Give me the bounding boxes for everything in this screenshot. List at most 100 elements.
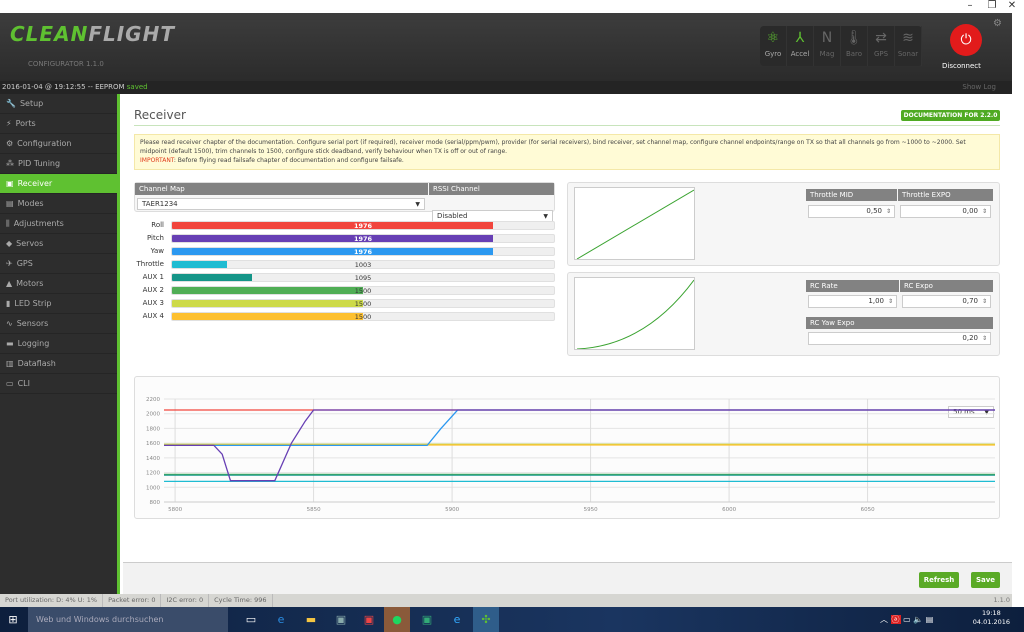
sidebar-item-label: Setup	[19, 99, 44, 108]
throttle-curve-line	[576, 189, 694, 259]
spinner-icon[interactable]: ⇕	[981, 333, 988, 344]
throttle-mid-value: 0,50	[866, 207, 882, 215]
footer-bar	[123, 562, 1012, 594]
app-icon[interactable]: ▣	[328, 607, 354, 632]
sonar-icon: ≋	[902, 30, 914, 46]
rc-yaw-expo-input[interactable]: 0,20 ⇕	[808, 332, 991, 345]
sidebar-icon: 🔧	[6, 99, 16, 108]
y-tick-label: 1200	[146, 471, 160, 477]
refresh-button[interactable]: Refresh	[919, 572, 959, 588]
channel-bar-yaw: 1976	[171, 247, 555, 256]
excel-icon[interactable]: ▣	[414, 607, 440, 632]
status-bar: Port utilization: D: 4% U: 1% Packet erro…	[0, 594, 1012, 607]
sidebar-icon: ▲	[6, 279, 13, 288]
settings-gear-icon[interactable]: ⚙	[993, 18, 1002, 29]
sidebar-item-ports[interactable]: ⚡ Ports	[0, 114, 117, 134]
throttle-expo-input[interactable]: 0,00 ⇕	[900, 205, 991, 218]
disconnect-label[interactable]: Disconnect	[942, 62, 981, 70]
sidebar-item-pid-tuning[interactable]: ⁂ PID Tuning	[0, 154, 117, 174]
sidebar-item-setup[interactable]: 🔧 Setup	[0, 94, 117, 114]
tray-icons[interactable]: ︿ ⓐ ▭ 🔈 ▤	[880, 614, 933, 625]
sidebar-item-label: Configuration	[17, 139, 72, 148]
clock-time: 19:18	[982, 609, 1001, 617]
clock: 19:18 04.01.2016	[973, 609, 1010, 627]
sidebar-item-logging[interactable]: ▬ Logging	[0, 334, 117, 354]
edge-icon[interactable]: e	[268, 607, 294, 632]
documentation-button[interactable]: DOCUMENTATION FOR 2.2.0	[901, 110, 1000, 121]
sidebar-icon: ◆	[6, 239, 13, 248]
task-view-icon[interactable]: ▭	[238, 607, 264, 632]
rc-rate-input[interactable]: 1,00 ⇕	[808, 295, 897, 308]
ie-icon[interactable]: e	[444, 607, 470, 632]
version: 1.1.0	[993, 596, 1010, 604]
rssi-channel-value: Disabled	[437, 212, 468, 220]
sidebar-item-dataflash[interactable]: ▥ Dataflash	[0, 354, 117, 374]
log-bar: 2016-01-04 @ 19:12:55 -- EEPROM saved Sho…	[0, 81, 1012, 94]
receiver-chart: 2200 2000 1800 1600 1400 1200 1000 800 5800 5850 5…	[146, 397, 995, 513]
log-text: 2016-01-04 @ 19:12:55 -- EEPROM	[2, 83, 127, 91]
sensor-mag: N Mag	[814, 26, 841, 66]
spinner-icon[interactable]: ⇕	[981, 206, 988, 217]
mag-icon: N	[821, 30, 833, 46]
channel-value: 1976	[353, 248, 373, 256]
channel-bar-roll: 1976	[171, 221, 555, 230]
sidebar-item-label: LED Strip	[14, 299, 52, 308]
disconnect-button[interactable]: ⏻	[950, 24, 982, 56]
close-button[interactable]: ✕	[1002, 0, 1022, 11]
sidebar-item-adjustments[interactable]: ⫼ Adjustments	[0, 214, 117, 234]
x-tick-label: 6050	[861, 507, 875, 513]
info-note: Please read receiver chapter of the docu…	[134, 134, 1000, 170]
sidebar-item-receiver[interactable]: ▣ Receiver	[0, 174, 117, 194]
windows-start-icon[interactable]: ⊞	[0, 607, 26, 632]
rc-rate-label: RC Rate	[806, 280, 899, 292]
sensor-gps: ⇄ GPS	[868, 26, 895, 66]
channel-map-value: TAER1234	[142, 200, 178, 208]
rc-expo-input[interactable]: 0,70 ⇕	[902, 295, 991, 308]
sidebar-item-label: Dataflash	[17, 359, 56, 368]
taskbar-search[interactable]: Web und Windows durchsuchen	[28, 607, 228, 632]
acrobat-icon[interactable]: ▣	[356, 607, 382, 632]
throttle-mid-input[interactable]: 0,50 ⇕	[808, 205, 895, 218]
sidebar-icon: ⚡	[6, 119, 12, 128]
spinner-icon[interactable]: ⇕	[887, 296, 894, 307]
x-tick-label: 5800	[168, 507, 182, 513]
gps-icon: ⇄	[875, 30, 887, 46]
channel-map-select[interactable]: TAER1234 ▼	[137, 198, 425, 210]
cleanflight-taskbar-icon[interactable]: ✣	[473, 607, 499, 632]
sensor-label: Sonar	[897, 50, 919, 58]
sidebar-item-label: Motors	[16, 279, 44, 288]
spinner-icon[interactable]: ⇕	[885, 206, 892, 217]
file-explorer-icon[interactable]: ▬	[298, 607, 324, 632]
channel-label: Yaw	[150, 247, 164, 255]
sidebar-item-modes[interactable]: ▤ Modes	[0, 194, 117, 214]
sidebar-icon: ▮	[6, 299, 11, 308]
sidebar-item-servos[interactable]: ◆ Servos	[0, 234, 117, 254]
sidebar-item-configuration[interactable]: ⚙ Configuration	[0, 134, 117, 154]
clock-date: 04.01.2016	[972, 618, 1010, 626]
sidebar-item-cli[interactable]: ▭ CLI	[0, 374, 117, 394]
channel-bar-pitch: 1976	[171, 234, 555, 243]
y-tick-label: 1400	[146, 456, 160, 462]
sensor-gyro: ⚛ Gyro	[760, 26, 787, 66]
minimize-button[interactable]: –	[960, 0, 980, 11]
channel-bar-aux3: 1500	[171, 299, 555, 308]
spotify-icon[interactable]: ●	[384, 607, 410, 632]
sidebar-icon: ▬	[6, 339, 14, 348]
channel-value: 1500	[354, 287, 372, 295]
sidebar-item-label: Ports	[15, 119, 36, 128]
restore-button[interactable]: ❐	[982, 0, 1002, 11]
sidebar-icon: ▥	[6, 359, 14, 368]
show-log-link[interactable]: Show Log	[962, 81, 996, 94]
spinner-icon[interactable]: ⇕	[981, 296, 988, 307]
throttle-expo-label: Throttle EXPO	[898, 189, 993, 201]
save-button[interactable]: Save	[971, 572, 1000, 588]
sidebar-item-motors[interactable]: ▲ Motors	[0, 274, 117, 294]
logo: CLEANFLIGHT	[10, 22, 175, 46]
sidebar-item-sensors[interactable]: ∿ Sensors	[0, 314, 117, 334]
sidebar-item-gps[interactable]: ✈ GPS	[0, 254, 117, 274]
x-tick-label: 5950	[584, 507, 598, 513]
sidebar-item-led-strip[interactable]: ▮ LED Strip	[0, 294, 117, 314]
important-label: IMPORTANT	[140, 157, 174, 164]
important-text: : Before flying read failsafe chapter of…	[173, 157, 404, 164]
rc-rate-value: 1,00	[868, 297, 884, 305]
